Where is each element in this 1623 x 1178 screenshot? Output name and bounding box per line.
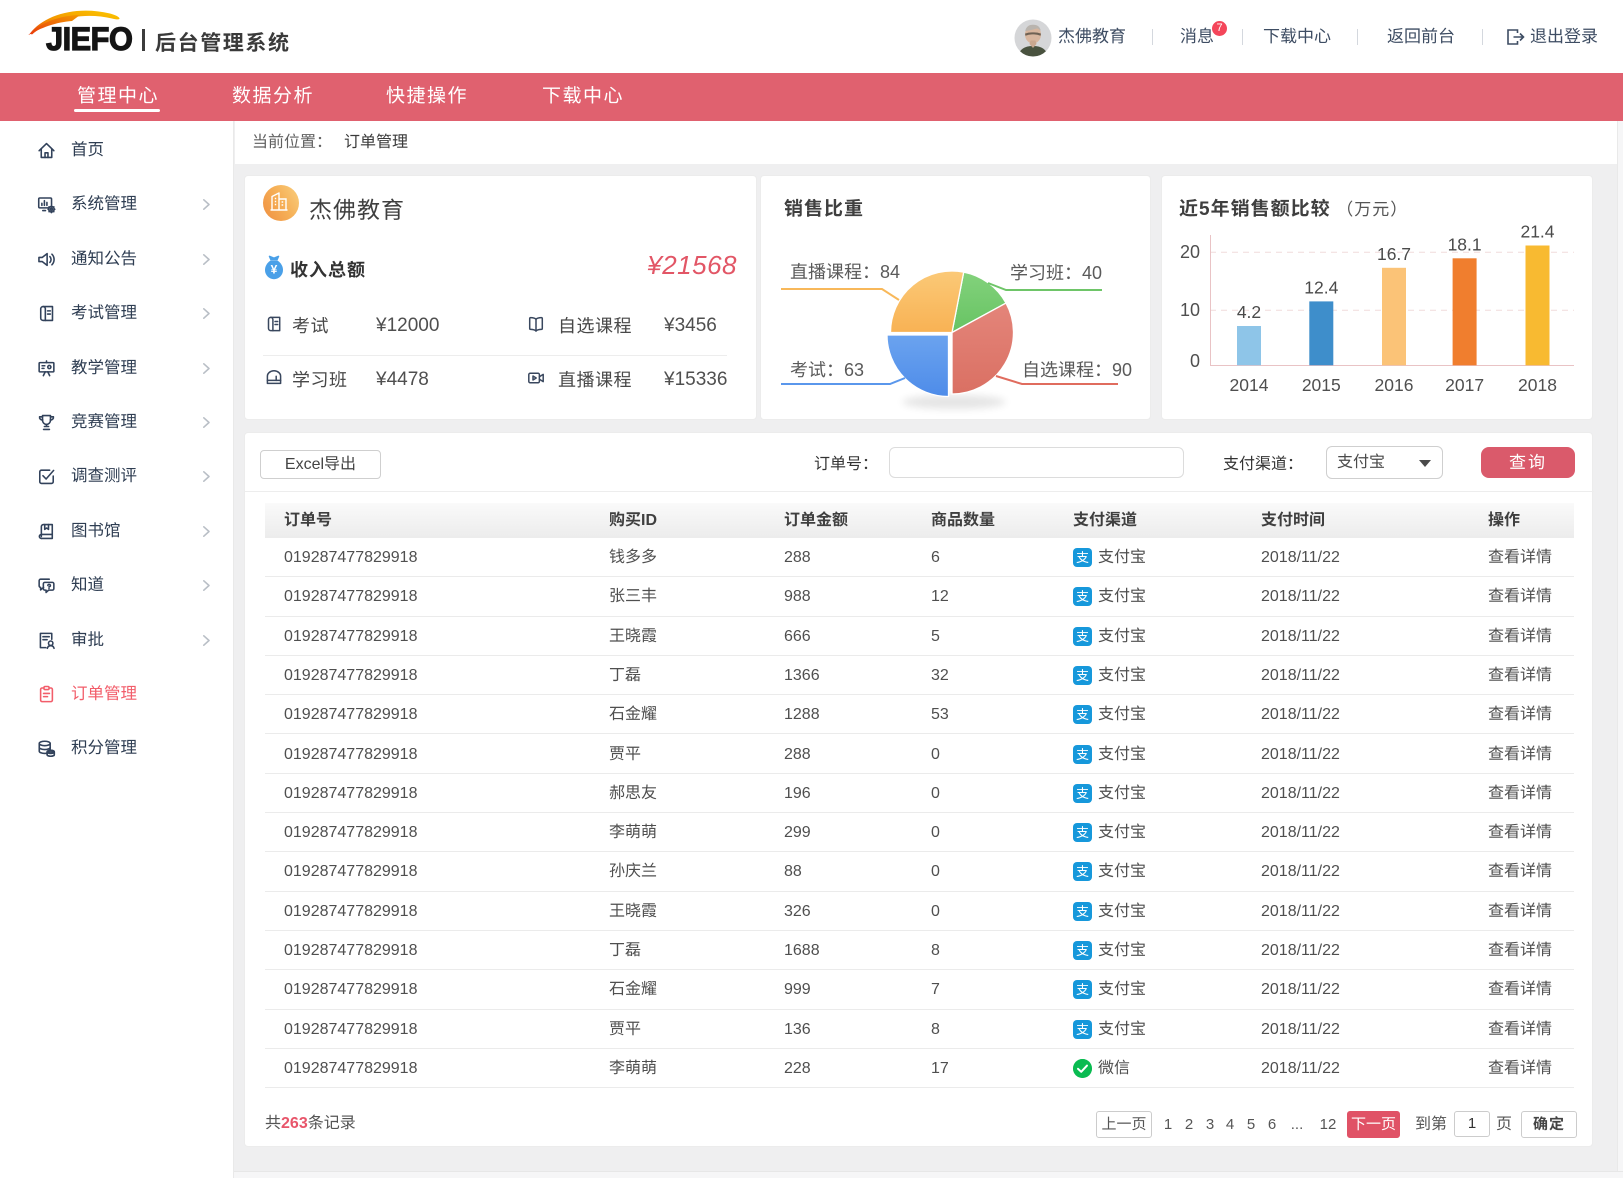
svg-text:21.4: 21.4	[1520, 222, 1554, 242]
svg-text:2018: 2018	[1518, 375, 1557, 395]
svg-text:18.1: 18.1	[1448, 234, 1482, 254]
svg-text:2017: 2017	[1445, 375, 1484, 395]
svg-text:20: 20	[1180, 242, 1200, 262]
svg-text:2016: 2016	[1375, 375, 1414, 395]
svg-text:考试：63: 考试：63	[790, 360, 864, 380]
svg-text:4.2: 4.2	[1237, 302, 1261, 322]
svg-text:16.7: 16.7	[1377, 244, 1411, 264]
svg-text:12.4: 12.4	[1304, 277, 1338, 297]
svg-text:2015: 2015	[1302, 375, 1341, 395]
svg-text:10: 10	[1180, 300, 1200, 320]
svg-text:自选课程：90: 自选课程：90	[1022, 360, 1132, 380]
svg-text:¥: ¥	[271, 263, 278, 277]
svg-text:学习班：40: 学习班：40	[1010, 263, 1102, 283]
svg-text:0: 0	[1190, 351, 1200, 371]
svg-text:直播课程：84: 直播课程：84	[790, 262, 900, 282]
svg-text:2014: 2014	[1230, 375, 1269, 395]
